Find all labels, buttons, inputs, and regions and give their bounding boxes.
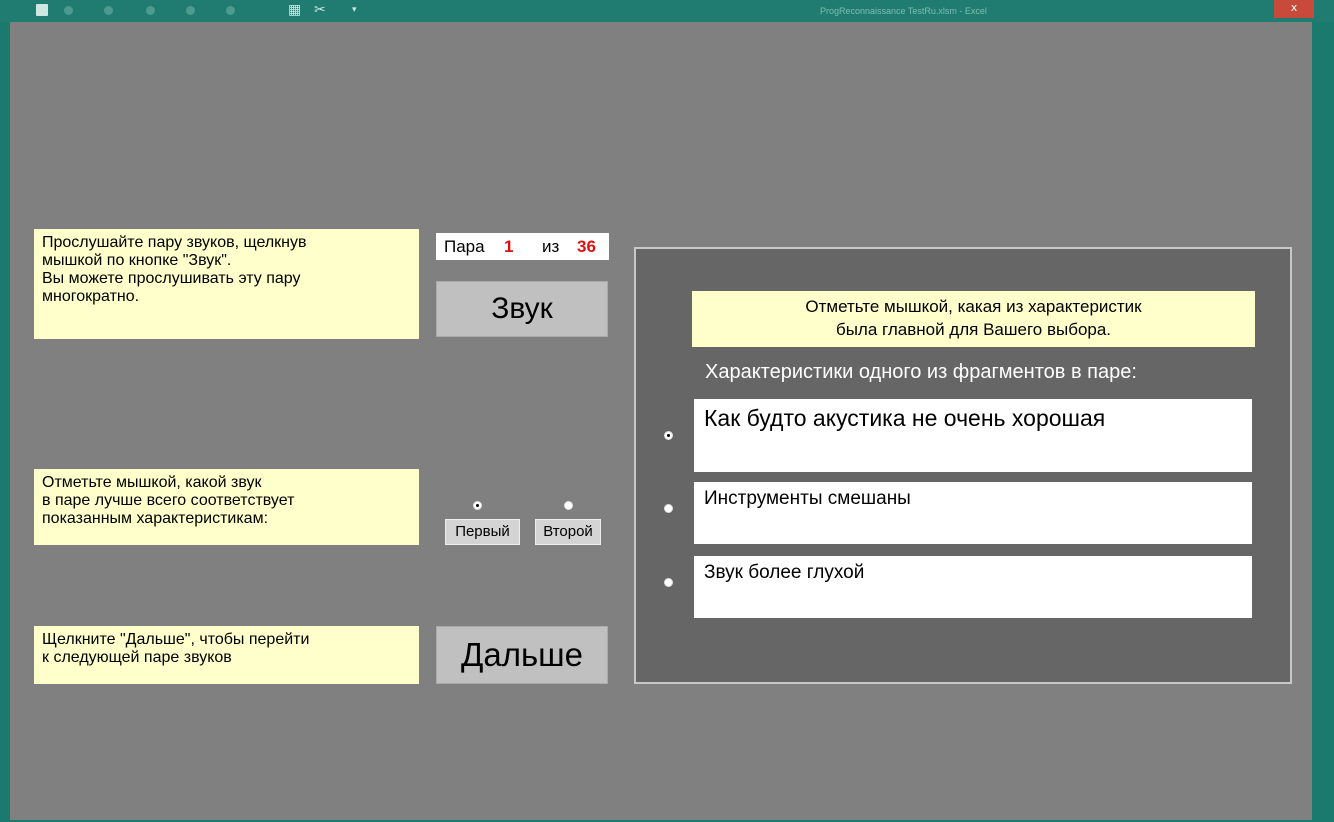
redo-icon[interactable] [104,6,113,15]
characteristics-caption: Характеристики одного из фрагментов в па… [705,361,1137,383]
second-sound-label[interactable]: Второй [535,519,601,545]
pair-counter: Пара 1 из 36 [436,233,609,260]
first-sound-radio[interactable] [473,501,482,510]
quick-access-icon[interactable] [146,6,155,15]
pair-current-number: 1 [504,237,514,256]
customize-toolbar-icon[interactable]: ▾ [352,2,357,18]
cut-icon[interactable]: ✂ [314,2,326,18]
print-icon[interactable]: ▦ [288,2,301,18]
pair-total-number: 36 [577,237,596,256]
close-button[interactable]: x [1274,0,1314,18]
characteristics-instruction: Отметьте мышкой, какая из характеристик … [692,291,1255,347]
characteristic-radio-2[interactable] [664,504,673,513]
window-title: ProgReconnaissance TestRu.xlsm - Excel [820,6,987,16]
characteristic-radio-3[interactable] [664,578,673,587]
undo-icon[interactable] [64,6,73,15]
quick-access-icon[interactable] [186,6,195,15]
listen-instruction: Прослушайте пару звуков, щелкнув мышкой … [34,229,419,339]
excel-title-bar: ▦ ✂ ▾ ProgReconnaissance TestRu.xlsm - E… [0,0,1334,22]
second-sound-radio[interactable] [564,501,573,510]
characteristic-option-1[interactable]: Как будто акустика не очень хорошая [694,399,1252,472]
save-icon[interactable] [36,4,48,16]
next-button[interactable]: Дальше [436,626,608,684]
first-sound-label[interactable]: Первый [445,519,520,545]
pair-of-label: из [542,237,560,256]
characteristic-option-3[interactable]: Звук более глухой [694,556,1252,618]
characteristic-option-2[interactable]: Инструменты смешаны [694,482,1252,544]
pair-label: Пара [444,237,485,256]
quick-access-icon[interactable] [226,6,235,15]
next-instruction: Щелкните "Дальше", чтобы перейти к следу… [34,626,419,684]
sound-button[interactable]: Звук [436,281,608,337]
choose-sound-instruction: Отметьте мышкой, какой звук в паре лучше… [34,469,419,545]
characteristic-radio-1[interactable] [664,431,673,440]
